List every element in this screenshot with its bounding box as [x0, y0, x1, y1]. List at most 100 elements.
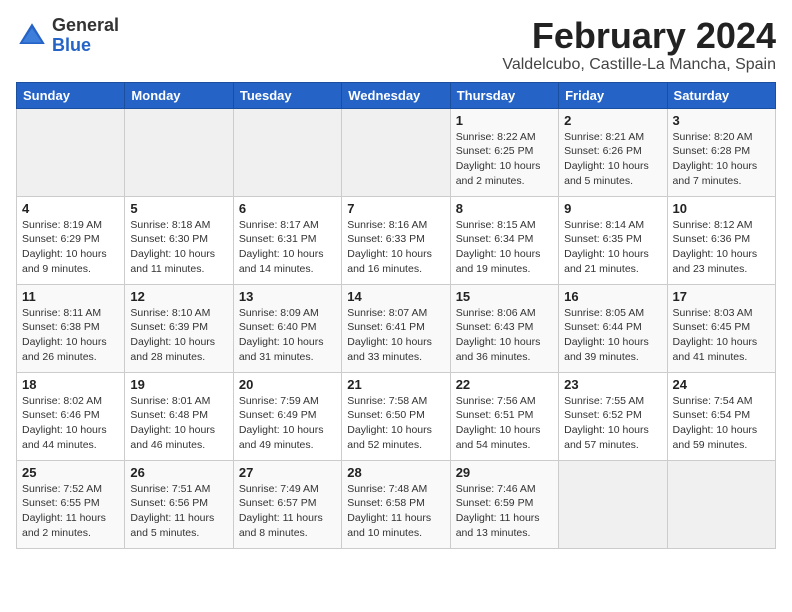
logo: General Blue — [16, 16, 119, 56]
day-cell: 11Sunrise: 8:11 AM Sunset: 6:38 PM Dayli… — [17, 284, 125, 372]
location: Valdelcubo, Castille-La Mancha, Spain — [502, 56, 776, 74]
day-cell: 2Sunrise: 8:21 AM Sunset: 6:26 PM Daylig… — [559, 108, 667, 196]
weekday-header: Wednesday — [342, 82, 450, 108]
day-cell — [667, 460, 775, 548]
day-info: Sunrise: 8:06 AM Sunset: 6:43 PM Dayligh… — [456, 306, 553, 365]
day-cell: 22 Sunrise: 7:56 AM Sunset: 6:51 PM Dayli… — [450, 372, 558, 460]
day-cell — [17, 108, 125, 196]
day-cell — [233, 108, 341, 196]
logo-general: General — [52, 15, 119, 35]
day-number: 24 — [673, 377, 770, 392]
weekday-header: Monday — [125, 82, 233, 108]
day-number: 23 — [564, 377, 661, 392]
day-number: 29 — [456, 465, 553, 480]
day-cell: 16Sunrise: 8:05 AM Sunset: 6:44 PM Dayli… — [559, 284, 667, 372]
day-info: Sunrise: 7:52 AM Sunset: 6:55 PM Dayligh… — [22, 482, 119, 541]
day-info: Sunrise: 7:48 AM Sunset: 6:58 PM Dayligh… — [347, 482, 444, 541]
day-info: Sunrise: 7:55 AM Sunset: 6:52 PM Dayligh… — [564, 394, 661, 453]
day-info: Sunrise: 7:59 AM Sunset: 6:49 PM Dayligh… — [239, 394, 336, 453]
weekday-header: Saturday — [667, 82, 775, 108]
day-info: Sunrise: 7:46 AM Sunset: 6:59 PM Dayligh… — [456, 482, 553, 541]
week-row: 1Sunrise: 8:22 AM Sunset: 6:25 PM Daylig… — [17, 108, 776, 196]
page-header: General Blue February 2024 Valdelcubo, C… — [16, 16, 776, 74]
day-number: 14 — [347, 289, 444, 304]
day-info: Sunrise: 8:17 AM Sunset: 6:31 PM Dayligh… — [239, 218, 336, 277]
day-cell: 6 Sunrise: 8:17 AM Sunset: 6:31 PM Daylig… — [233, 196, 341, 284]
day-info: Sunrise: 8:02 AM Sunset: 6:46 PM Dayligh… — [22, 394, 119, 453]
day-info: Sunrise: 8:15 AM Sunset: 6:34 PM Dayligh… — [456, 218, 553, 277]
day-cell: 26 Sunrise: 7:51 AM Sunset: 6:56 PM Dayli… — [125, 460, 233, 548]
day-cell: 4Sunrise: 8:19 AM Sunset: 6:29 PM Daylig… — [17, 196, 125, 284]
day-number: 12 — [130, 289, 227, 304]
logo-icon — [16, 20, 48, 52]
day-info: Sunrise: 8:03 AM Sunset: 6:45 PM Dayligh… — [673, 306, 770, 365]
day-number: 17 — [673, 289, 770, 304]
day-cell: 23 Sunrise: 7:55 AM Sunset: 6:52 PM Dayli… — [559, 372, 667, 460]
day-number: 28 — [347, 465, 444, 480]
day-cell: 29 Sunrise: 7:46 AM Sunset: 6:59 PM Dayli… — [450, 460, 558, 548]
month-title: February 2024 — [502, 16, 776, 56]
day-cell: 3 Sunrise: 8:20 AM Sunset: 6:28 PM Daylig… — [667, 108, 775, 196]
day-cell: 12 Sunrise: 8:10 AM Sunset: 6:39 PM Dayli… — [125, 284, 233, 372]
day-number: 19 — [130, 377, 227, 392]
day-cell: 24Sunrise: 7:54 AM Sunset: 6:54 PM Dayli… — [667, 372, 775, 460]
day-cell: 10 Sunrise: 8:12 AM Sunset: 6:36 PM Dayli… — [667, 196, 775, 284]
day-number: 25 — [22, 465, 119, 480]
day-number: 6 — [239, 201, 336, 216]
week-row: 11Sunrise: 8:11 AM Sunset: 6:38 PM Dayli… — [17, 284, 776, 372]
day-info: Sunrise: 7:56 AM Sunset: 6:51 PM Dayligh… — [456, 394, 553, 453]
day-number: 8 — [456, 201, 553, 216]
day-cell: 21 Sunrise: 7:58 AM Sunset: 6:50 PM Dayli… — [342, 372, 450, 460]
day-cell: 20 Sunrise: 7:59 AM Sunset: 6:49 PM Dayli… — [233, 372, 341, 460]
day-cell — [342, 108, 450, 196]
day-number: 21 — [347, 377, 444, 392]
title-block: February 2024 Valdelcubo, Castille-La Ma… — [502, 16, 776, 74]
day-info: Sunrise: 8:09 AM Sunset: 6:40 PM Dayligh… — [239, 306, 336, 365]
week-row: 4Sunrise: 8:19 AM Sunset: 6:29 PM Daylig… — [17, 196, 776, 284]
day-info: Sunrise: 8:14 AM Sunset: 6:35 PM Dayligh… — [564, 218, 661, 277]
day-cell — [125, 108, 233, 196]
weekday-header: Tuesday — [233, 82, 341, 108]
day-info: Sunrise: 8:10 AM Sunset: 6:39 PM Dayligh… — [130, 306, 227, 365]
day-number: 5 — [130, 201, 227, 216]
day-number: 18 — [22, 377, 119, 392]
week-row: 25 Sunrise: 7:52 AM Sunset: 6:55 PM Dayli… — [17, 460, 776, 548]
day-cell: 17 Sunrise: 8:03 AM Sunset: 6:45 PM Dayli… — [667, 284, 775, 372]
day-info: Sunrise: 8:11 AM Sunset: 6:38 PM Dayligh… — [22, 306, 119, 365]
day-info: Sunrise: 7:51 AM Sunset: 6:56 PM Dayligh… — [130, 482, 227, 541]
day-number: 26 — [130, 465, 227, 480]
day-cell: 1Sunrise: 8:22 AM Sunset: 6:25 PM Daylig… — [450, 108, 558, 196]
day-info: Sunrise: 8:16 AM Sunset: 6:33 PM Dayligh… — [347, 218, 444, 277]
day-cell: 19 Sunrise: 8:01 AM Sunset: 6:48 PM Dayli… — [125, 372, 233, 460]
day-cell: 25 Sunrise: 7:52 AM Sunset: 6:55 PM Dayli… — [17, 460, 125, 548]
day-info: Sunrise: 8:12 AM Sunset: 6:36 PM Dayligh… — [673, 218, 770, 277]
day-info: Sunrise: 8:20 AM Sunset: 6:28 PM Dayligh… — [673, 130, 770, 189]
weekday-header: Thursday — [450, 82, 558, 108]
day-number: 10 — [673, 201, 770, 216]
day-number: 20 — [239, 377, 336, 392]
day-cell: 9 Sunrise: 8:14 AM Sunset: 6:35 PM Daylig… — [559, 196, 667, 284]
day-info: Sunrise: 7:58 AM Sunset: 6:50 PM Dayligh… — [347, 394, 444, 453]
day-cell: 18 Sunrise: 8:02 AM Sunset: 6:46 PM Dayli… — [17, 372, 125, 460]
logo-text: General Blue — [52, 16, 119, 56]
day-info: Sunrise: 8:22 AM Sunset: 6:25 PM Dayligh… — [456, 130, 553, 189]
day-info: Sunrise: 8:21 AM Sunset: 6:26 PM Dayligh… — [564, 130, 661, 189]
day-cell: 15Sunrise: 8:06 AM Sunset: 6:43 PM Dayli… — [450, 284, 558, 372]
calendar-table: SundayMondayTuesdayWednesdayThursdayFrid… — [16, 82, 776, 549]
day-number: 9 — [564, 201, 661, 216]
day-cell: 5 Sunrise: 8:18 AM Sunset: 6:30 PM Daylig… — [125, 196, 233, 284]
day-number: 4 — [22, 201, 119, 216]
day-cell — [559, 460, 667, 548]
day-info: Sunrise: 8:07 AM Sunset: 6:41 PM Dayligh… — [347, 306, 444, 365]
day-number: 3 — [673, 113, 770, 128]
weekday-header: Friday — [559, 82, 667, 108]
day-number: 22 — [456, 377, 553, 392]
week-row: 18 Sunrise: 8:02 AM Sunset: 6:46 PM Dayli… — [17, 372, 776, 460]
day-info: Sunrise: 8:18 AM Sunset: 6:30 PM Dayligh… — [130, 218, 227, 277]
day-number: 27 — [239, 465, 336, 480]
day-cell: 27Sunrise: 7:49 AM Sunset: 6:57 PM Dayli… — [233, 460, 341, 548]
day-info: Sunrise: 8:01 AM Sunset: 6:48 PM Dayligh… — [130, 394, 227, 453]
day-cell: 28 Sunrise: 7:48 AM Sunset: 6:58 PM Dayli… — [342, 460, 450, 548]
day-number: 7 — [347, 201, 444, 216]
day-cell: 13Sunrise: 8:09 AM Sunset: 6:40 PM Dayli… — [233, 284, 341, 372]
